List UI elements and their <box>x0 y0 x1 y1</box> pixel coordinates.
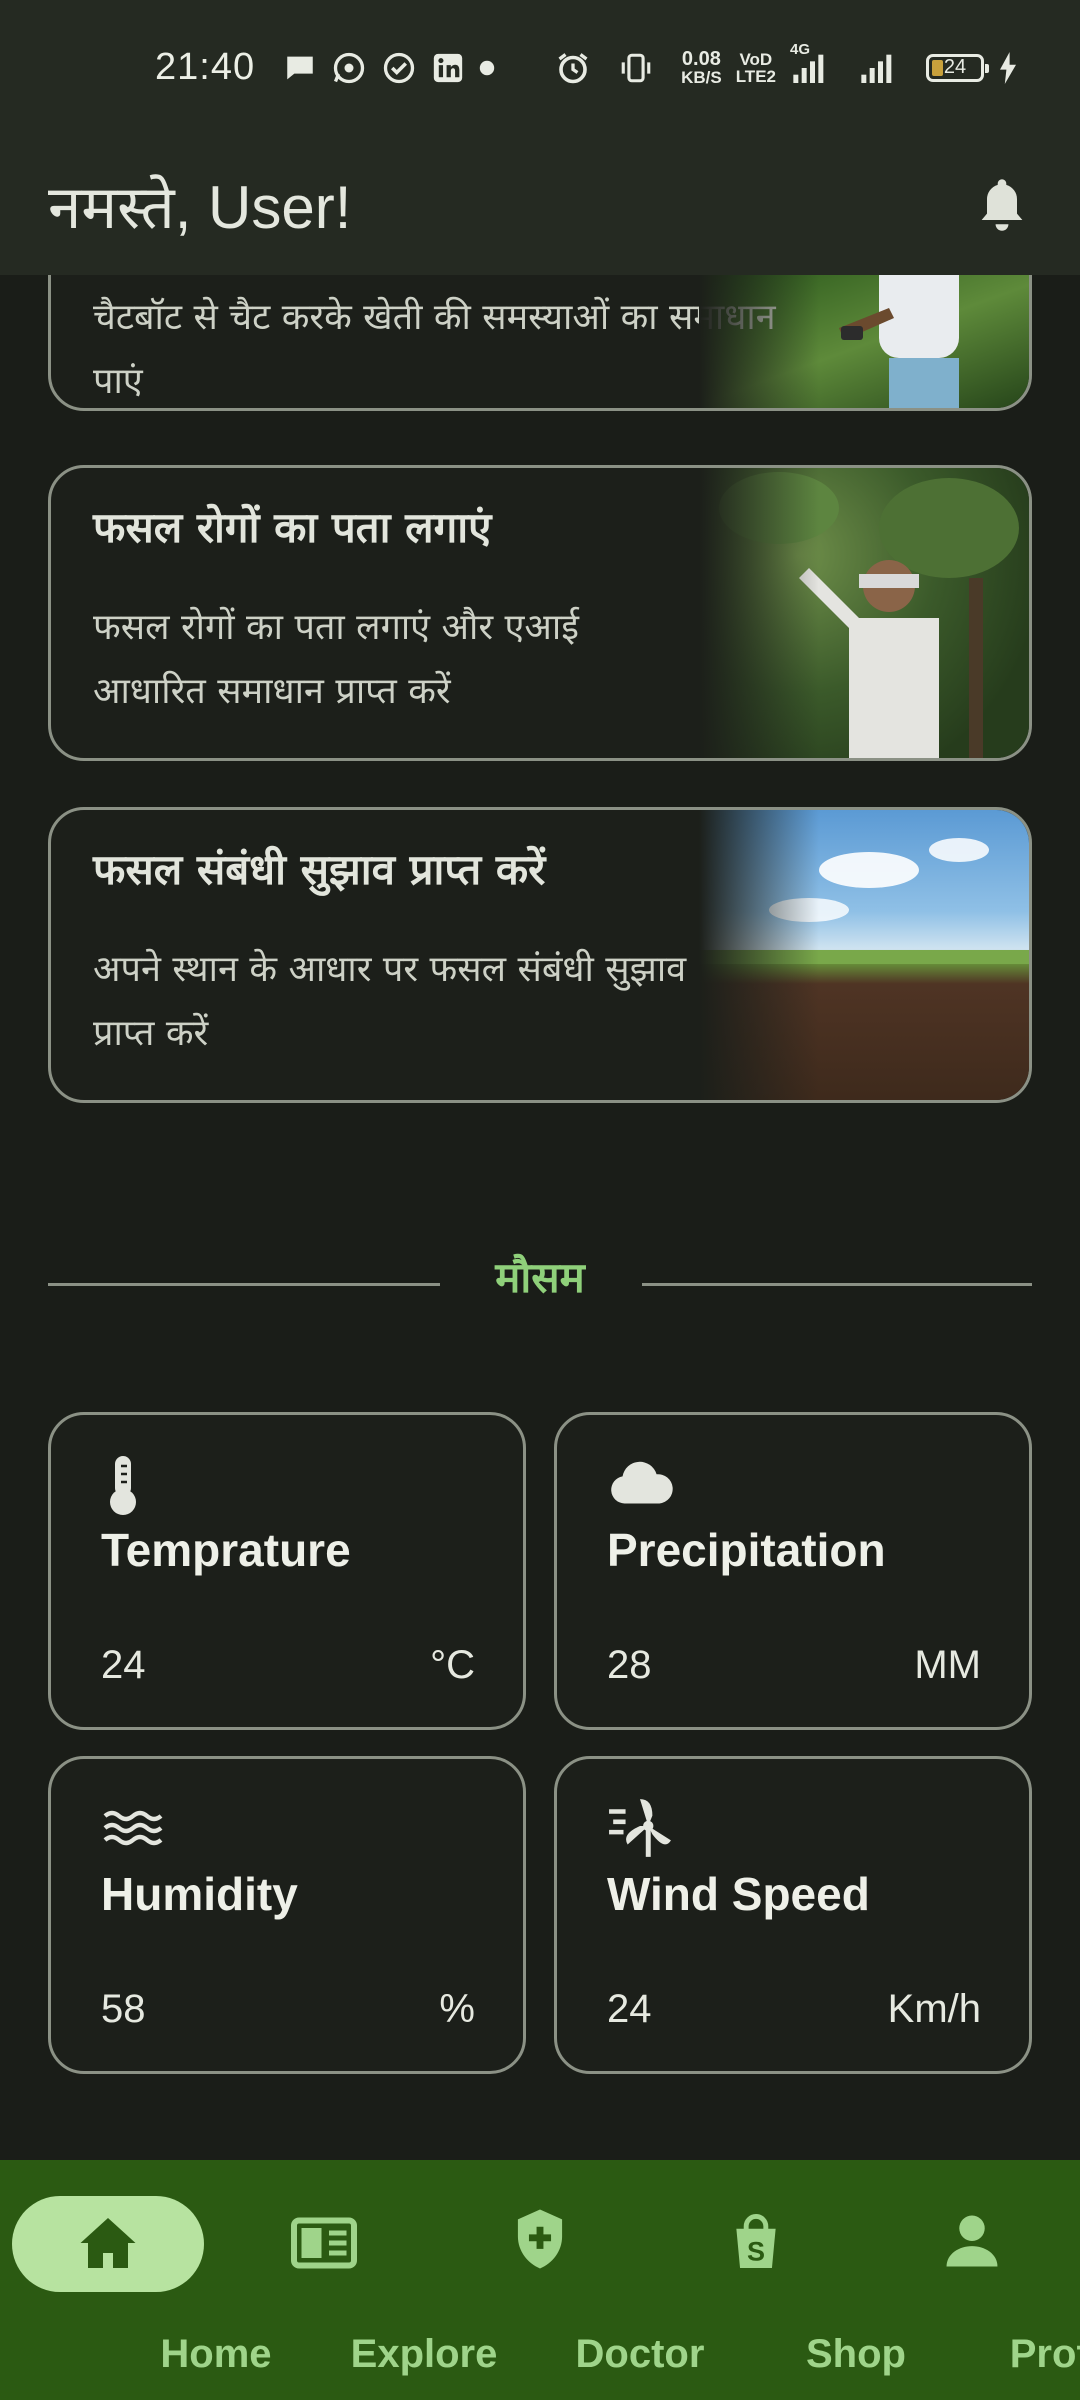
nav-item-home[interactable]: Home <box>0 2196 272 2376</box>
farmer-phone-image <box>699 275 1029 408</box>
nav-item-doctor[interactable]: Doctor <box>440 2196 704 2376</box>
crop-disease-card-description: फसल रोगों का पता लगाएं और एआई आधारित समा… <box>93 607 579 712</box>
svg-text:S: S <box>747 2237 765 2267</box>
weather-divider-right <box>642 1283 1032 1286</box>
network-label-bottom: LTE2 <box>735 66 776 86</box>
shield-plus-icon <box>440 2204 640 2274</box>
temperature-value: 24 <box>101 1643 146 1687</box>
nav-item-profile[interactable]: Profile <box>872 2196 1080 2376</box>
status-right-group: 0.08 KB/S VoD LTE2 4G 24 <box>555 0 1032 135</box>
humidity-unit: % <box>439 1987 475 2031</box>
precipitation-title: Precipitation <box>607 1524 886 1576</box>
status-bar: 21:40 0.08 KB/S VoD LTE2 4G 24 <box>0 0 1080 135</box>
weather-section-title: मौसम <box>495 1253 585 1302</box>
person-icon <box>872 2206 1072 2276</box>
dot-icon <box>479 60 495 76</box>
net-speed-unit: KB/S <box>681 68 722 87</box>
wind-speed-unit: Km/h <box>887 1987 981 2031</box>
crop-suggestion-card[interactable]: फसल संबंधी सुझाव प्राप्त करें अपने स्थान… <box>48 807 1032 1103</box>
soil-sky-image <box>699 810 1029 1100</box>
network-speed: 0.08 KB/S <box>681 49 722 86</box>
humidity-value: 58 <box>101 1987 146 2031</box>
chatbot-card-description: चैटबॉट से चैट करके खेती की समस्याओं का स… <box>93 297 776 402</box>
wind-speed-card: Wind Speed 24 Km/h <box>554 1756 1032 2074</box>
battery-level: 24 <box>943 56 967 78</box>
charging-bolt-icon <box>998 51 1018 84</box>
chat-bubble-icon <box>283 51 317 85</box>
home-scroll-content[interactable]: चैटबॉट से चैट करके खेती की समस्याओं का स… <box>0 275 1080 2160</box>
nav-item-shop[interactable]: S Shop <box>656 2196 906 2376</box>
cloud-icon <box>607 1449 677 1519</box>
app-bar: नमस्ते, User! <box>0 135 1080 275</box>
precipitation-unit: MM <box>914 1643 981 1687</box>
crop-disease-card[interactable]: फसल रोगों का पता लगाएं फसल रोगों का पता … <box>48 465 1032 761</box>
crop-suggestion-card-title: फसल संबंधी सुझाव प्राप्त करें <box>93 845 546 894</box>
crop-suggestion-card-description: अपने स्थान के आधार पर फसल संबंधी सुझाव प… <box>93 949 687 1054</box>
network-label: VoD LTE2 <box>736 51 776 85</box>
vibrate-icon <box>619 51 653 85</box>
nav-label-profile: Profile <box>1009 2332 1080 2376</box>
nav-item-explore[interactable]: Explore <box>224 2196 497 2376</box>
signal-icon <box>858 51 898 85</box>
whatsapp-icon <box>331 50 367 86</box>
alarm-icon <box>555 50 591 86</box>
battery-icon: 24 <box>926 53 989 82</box>
network-type-label: 4G <box>790 40 811 58</box>
precipitation-card: Precipitation 28 MM <box>554 1412 1032 1730</box>
check-circle-icon <box>381 50 417 86</box>
greeting-title: नमस्ते, User! <box>48 174 352 241</box>
status-time: 21:40 <box>155 46 256 88</box>
farmer-tree-image <box>699 468 1029 758</box>
wind-speed-value: 24 <box>607 1987 652 2031</box>
humidity-waves-icon <box>101 1793 171 1863</box>
wind-speed-title: Wind Speed <box>607 1868 870 1920</box>
humidity-card: Humidity 58 % <box>48 1756 526 2074</box>
crop-disease-card-title: फसल रोगों का पता लगाएं <box>93 503 492 552</box>
notification-bell-icon[interactable] <box>972 173 1032 237</box>
temperature-unit: °C <box>430 1643 475 1687</box>
linkedin-icon <box>431 51 465 85</box>
home-icon <box>0 2208 216 2278</box>
thermometer-icon <box>101 1449 171 1519</box>
network-label-top: VoD <box>739 49 773 69</box>
temperature-title: Temprature <box>101 1524 351 1576</box>
shopping-bag-icon: S <box>656 2206 856 2276</box>
net-speed-value: 0.08 <box>681 48 721 70</box>
precipitation-value: 28 <box>607 1643 652 1687</box>
wind-turbine-icon <box>607 1793 677 1863</box>
humidity-title: Humidity <box>101 1868 298 1920</box>
chatbot-card[interactable]: चैटबॉट से चैट करके खेती की समस्याओं का स… <box>48 275 1032 411</box>
temperature-card: Temprature 24 °C <box>48 1412 526 1730</box>
bottom-navigation: Home Explore Doctor S Shop Profile <box>0 2160 1080 2400</box>
book-icon <box>224 2208 424 2278</box>
signal-4g-icon: 4G <box>790 41 830 85</box>
